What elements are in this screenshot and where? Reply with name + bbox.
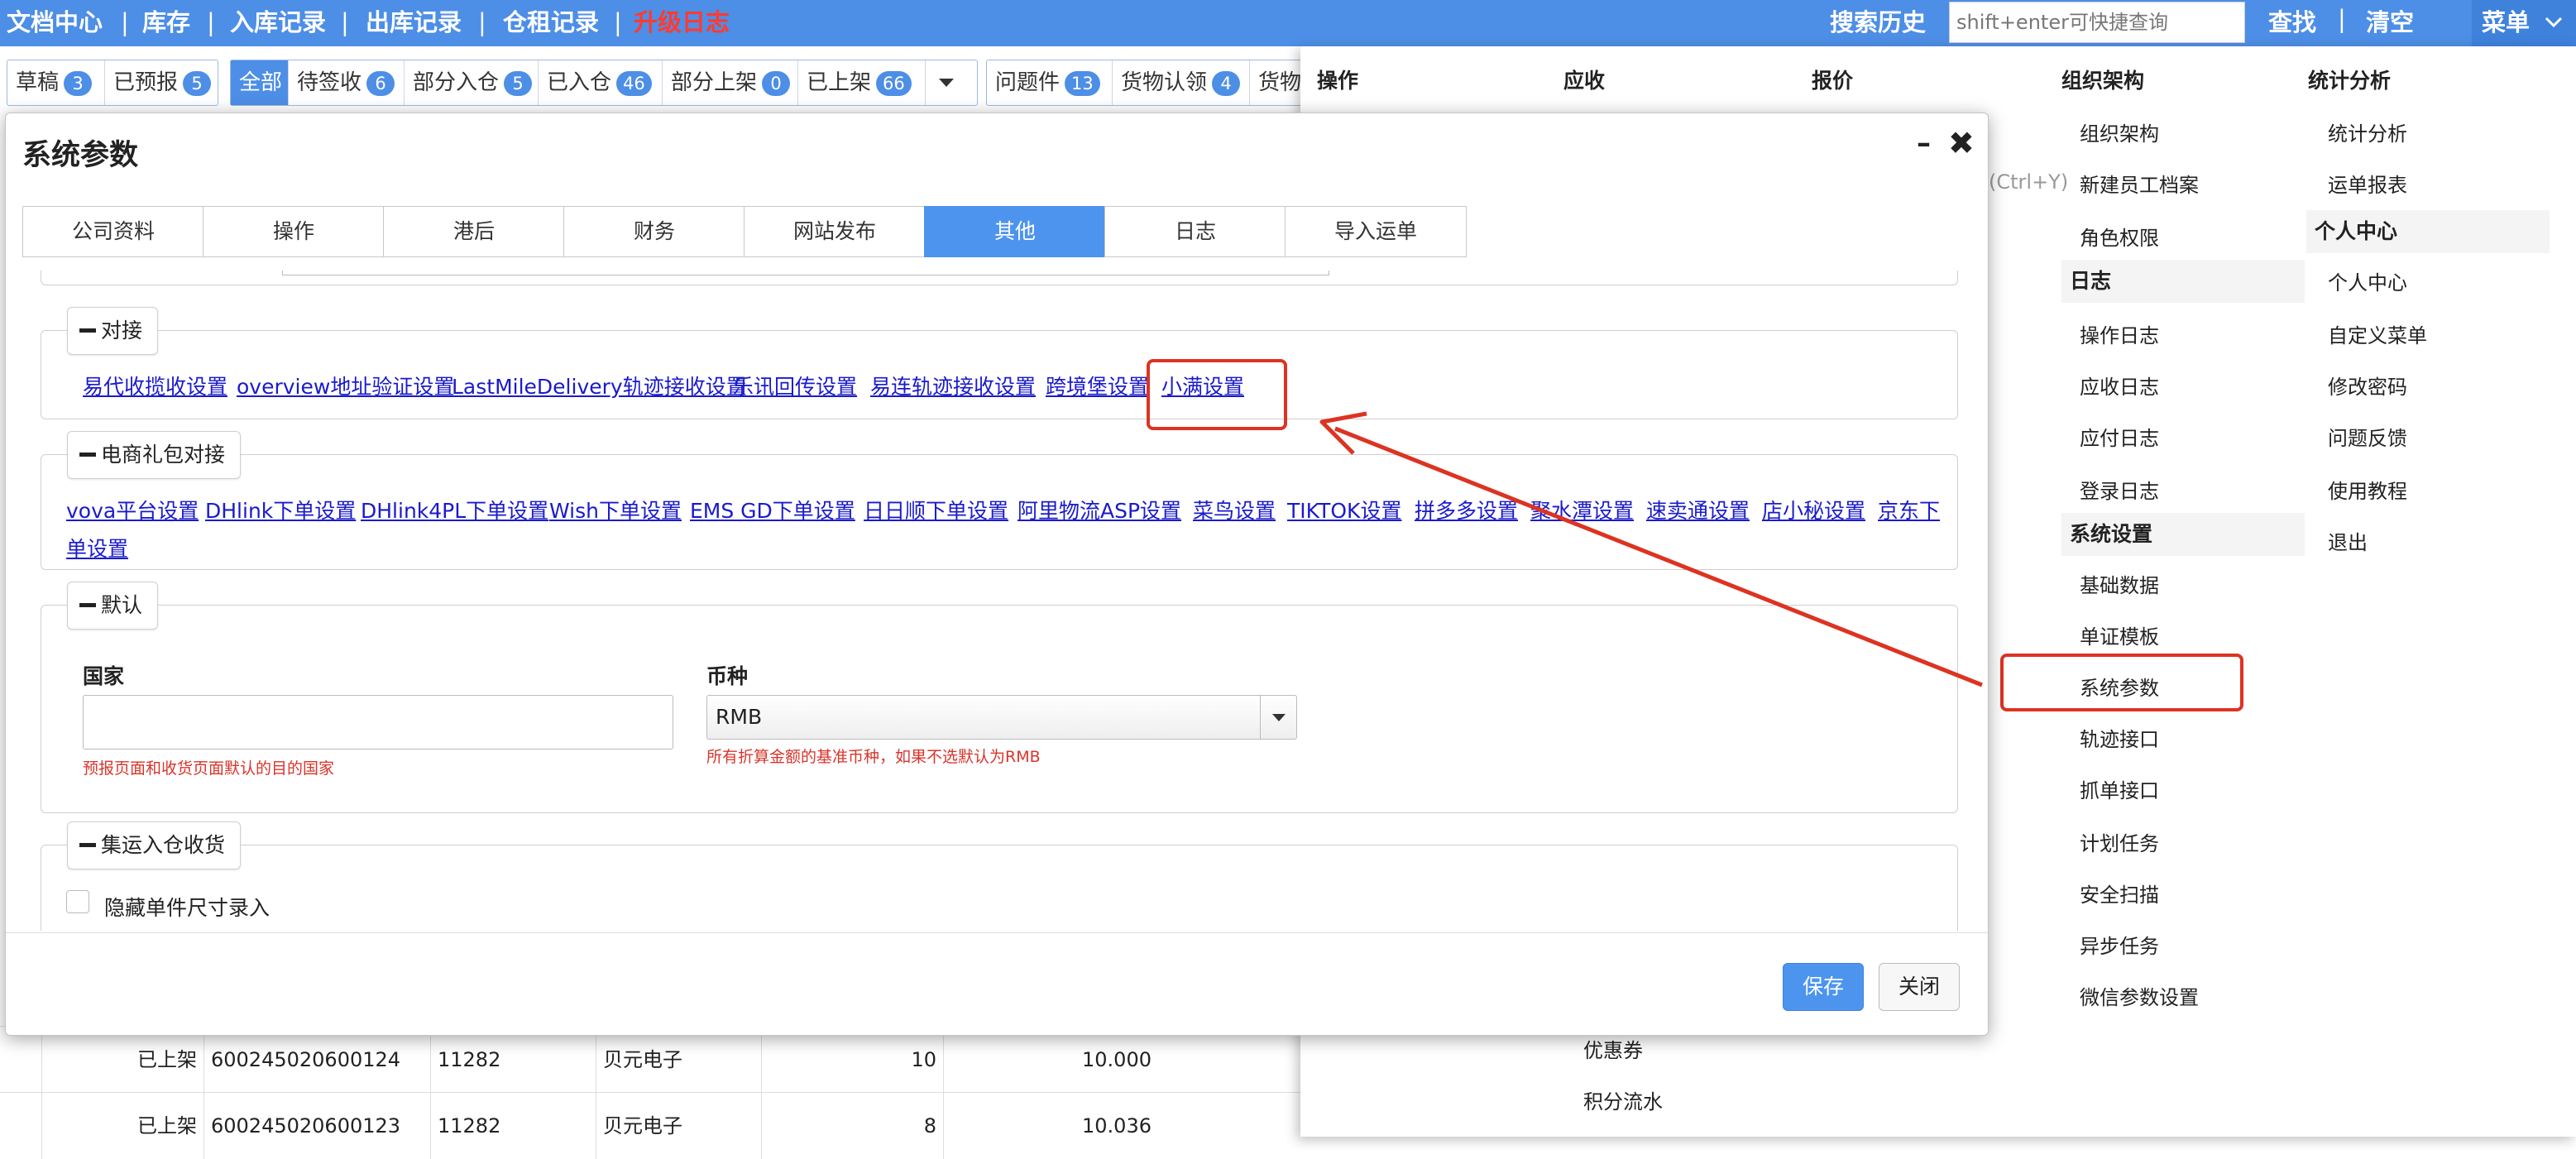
annotation-arrow bbox=[1319, 411, 1983, 687]
